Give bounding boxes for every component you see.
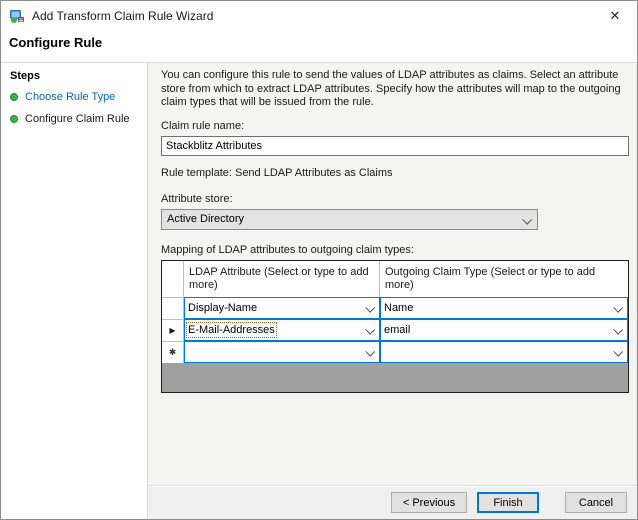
- table-row-new: ✱: [162, 341, 628, 363]
- chevron-down-icon: [613, 346, 623, 356]
- step-label: Configure Claim Rule: [25, 113, 130, 125]
- outgoing-claim-combo-row2[interactable]: email: [380, 319, 628, 341]
- attribute-store-label: Attribute store:: [161, 193, 633, 205]
- steps-sidebar: Steps Choose Rule Type Configure Claim R…: [1, 63, 148, 519]
- claim-rule-name-input[interactable]: [161, 136, 629, 156]
- steps-header: Steps: [10, 70, 138, 82]
- close-icon[interactable]: ✕: [601, 4, 629, 28]
- ldap-attribute-combo-row1[interactable]: Display-Name: [184, 297, 380, 319]
- ldap-mapping-grid: LDAP Attribute (Select or type to add mo…: [161, 260, 629, 393]
- rule-description-text: You can configure this rule to send the …: [161, 69, 633, 110]
- new-row-selector-cell[interactable]: ✱: [162, 341, 184, 363]
- table-row: Display-Name Name: [162, 297, 628, 319]
- rule-template-text: Rule template: Send LDAP Attributes as C…: [161, 167, 633, 179]
- grid-header-row: LDAP Attribute (Select or type to add mo…: [162, 261, 628, 297]
- attribute-store-select[interactable]: Active Directory: [161, 209, 538, 230]
- page-title: Configure Rule: [1, 31, 637, 63]
- chevron-down-icon: [365, 346, 375, 356]
- outgoing-claim-combo-row1[interactable]: Name: [380, 297, 628, 319]
- combo-value: email: [384, 324, 410, 336]
- sidebar-item-configure-claim-rule[interactable]: Configure Claim Rule: [10, 113, 138, 125]
- step-complete-bullet-icon: [10, 115, 18, 123]
- combo-value: Display-Name: [188, 302, 257, 314]
- combo-value: Name: [384, 302, 413, 314]
- step-label: Choose Rule Type: [25, 91, 115, 103]
- table-row: ▶ E-Mail-Addresses email: [162, 319, 628, 341]
- wizard-app-icon: [9, 8, 25, 24]
- sidebar-item-choose-rule-type[interactable]: Choose Rule Type: [10, 91, 138, 103]
- ldap-attribute-combo-row3[interactable]: [184, 341, 380, 363]
- chevron-down-icon: [613, 324, 623, 334]
- add-transform-claim-rule-wizard-dialog: Add Transform Claim Rule Wizard ✕ Config…: [0, 0, 638, 520]
- column-header-outgoing-claim-type[interactable]: Outgoing Claim Type (Select or type to a…: [380, 261, 628, 297]
- chevron-down-icon: [365, 324, 375, 334]
- step-complete-bullet-icon: [10, 93, 18, 101]
- button-bar: < Previous Finish Cancel: [148, 485, 638, 519]
- attribute-store-value: Active Directory: [167, 213, 244, 225]
- combo-value: E-Mail-Addresses: [188, 324, 275, 336]
- row-selector-cell-current[interactable]: ▶: [162, 319, 184, 341]
- chevron-down-icon: [522, 214, 532, 224]
- current-row-arrow-icon: ▶: [169, 326, 175, 335]
- grid-empty-area: [162, 363, 628, 393]
- cancel-button[interactable]: Cancel: [565, 492, 627, 513]
- row-selector-cell[interactable]: [162, 297, 184, 319]
- chevron-down-icon: [613, 302, 623, 312]
- claim-rule-name-label: Claim rule name:: [161, 120, 633, 132]
- mapping-table-label: Mapping of LDAP attributes to outgoing c…: [161, 244, 633, 256]
- dialog-body: Steps Choose Rule Type Configure Claim R…: [1, 63, 637, 519]
- ldap-attribute-combo-row2[interactable]: E-Mail-Addresses: [184, 319, 380, 341]
- new-row-asterisk-icon: ✱: [169, 347, 177, 358]
- content-pane: You can configure this rule to send the …: [148, 63, 638, 519]
- chevron-down-icon: [365, 302, 375, 312]
- title-bar: Add Transform Claim Rule Wizard ✕: [1, 1, 637, 31]
- outgoing-claim-combo-row3[interactable]: [380, 341, 628, 363]
- grid-corner-cell[interactable]: [162, 261, 184, 297]
- previous-button[interactable]: < Previous: [391, 492, 467, 513]
- column-header-ldap-attribute[interactable]: LDAP Attribute (Select or type to add mo…: [184, 261, 380, 297]
- finish-button[interactable]: Finish: [477, 492, 539, 513]
- window-title: Add Transform Claim Rule Wizard: [32, 9, 601, 23]
